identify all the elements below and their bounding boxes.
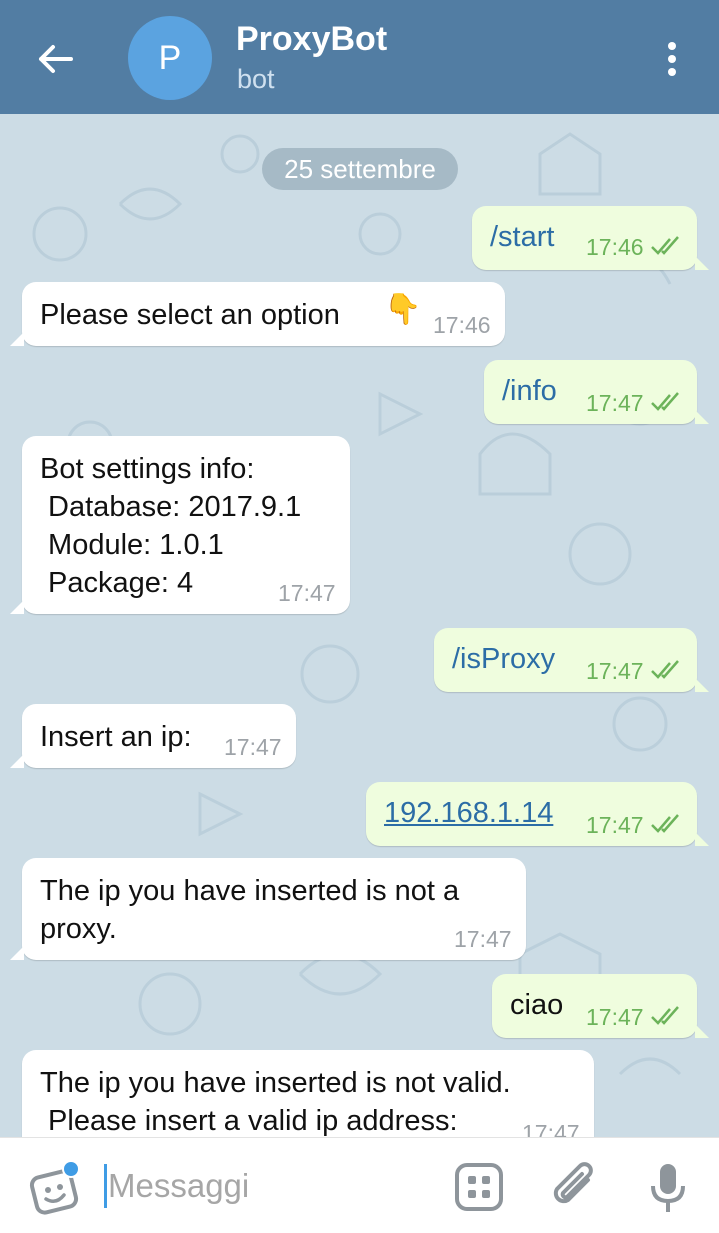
- back-button[interactable]: [30, 36, 80, 82]
- attach-button[interactable]: [550, 1160, 600, 1214]
- text-cursor: [104, 1164, 107, 1208]
- paperclip-icon: [553, 1162, 593, 1204]
- kebab-menu-icon-dot: [668, 55, 676, 63]
- message-input[interactable]: [108, 1162, 428, 1210]
- notification-dot: [62, 1160, 80, 1178]
- message-incoming[interactable]: Insert an ip: 17:47: [10, 704, 296, 768]
- double-check-icon: [651, 392, 679, 411]
- message-text-line: Package: 4: [40, 567, 194, 599]
- message-outgoing[interactable]: 192.168.1.14 17:47: [366, 782, 709, 846]
- message-text-line: Please insert a valid ip address:: [40, 1105, 458, 1137]
- microphone-button[interactable]: [648, 1160, 688, 1216]
- double-check-icon: [651, 814, 679, 833]
- message-time: 17:47: [586, 390, 644, 416]
- date-separator: 25 settembre: [262, 148, 458, 190]
- message-incoming[interactable]: The ip you have inserted is not valid. P…: [22, 1050, 594, 1137]
- double-check-icon: [651, 236, 679, 255]
- message-text: Insert an ip:: [40, 721, 192, 753]
- avatar[interactable]: P: [128, 16, 212, 100]
- bot-commands-icon: [455, 1163, 503, 1211]
- message-time: 17:47: [586, 812, 644, 838]
- double-check-icon: [651, 1006, 679, 1025]
- message-incoming[interactable]: Please select an option 👇 17:46: [10, 282, 505, 346]
- message-text-line: The ip you have inserted is not valid.: [40, 1067, 511, 1099]
- message-time: 17:47: [278, 580, 336, 606]
- message-incoming[interactable]: The ip you have inserted is not a proxy.…: [10, 858, 526, 960]
- arrow-left-icon: [39, 45, 73, 73]
- message-time: 17:47: [522, 1120, 580, 1137]
- pointing-down-emoji-icon: 👇: [384, 293, 422, 326]
- menu-button[interactable]: [654, 38, 690, 80]
- message-time: 17:47: [586, 1004, 644, 1030]
- chat-area[interactable]: 25 settembre /start 17:46 Please select …: [0, 114, 719, 1137]
- ip-link[interactable]: 192.168.1.14: [384, 794, 553, 832]
- microphone-icon: [651, 1164, 685, 1212]
- chat-title[interactable]: ProxyBot: [236, 20, 387, 59]
- message-text-line: Database: 2017.9.1: [40, 491, 302, 523]
- bot-commands-button[interactable]: [454, 1162, 504, 1212]
- message-time: 17:47: [224, 734, 282, 760]
- message-outgoing[interactable]: ciao 17:47: [492, 974, 709, 1038]
- message-text: ciao: [510, 989, 564, 1021]
- chat-subtitle: bot: [237, 64, 275, 94]
- message-time: 17:46: [586, 234, 644, 260]
- message-outgoing[interactable]: /info 17:47: [484, 360, 709, 424]
- message-text: /info: [502, 375, 557, 407]
- message-text-line: proxy.: [40, 913, 117, 945]
- message-time: 17:47: [454, 926, 512, 952]
- message-text-line: The ip you have inserted is not a: [40, 875, 460, 907]
- message-text: Please select an option: [40, 299, 340, 331]
- chat-header: P ProxyBot bot: [0, 0, 719, 114]
- message-input-bar: [0, 1137, 719, 1233]
- kebab-menu-icon: [668, 42, 676, 50]
- message-text-line: Bot settings info:: [40, 453, 255, 485]
- double-check-icon: [651, 660, 679, 679]
- message-text: /start: [490, 221, 555, 253]
- message-text-line: Module: 1.0.1: [40, 529, 224, 561]
- message-incoming[interactable]: Bot settings info: Database: 2017.9.1 Mo…: [10, 436, 350, 614]
- message-time: 17:46: [433, 312, 491, 338]
- message-text: /isProxy: [452, 643, 556, 675]
- message-outgoing[interactable]: /isProxy 17:47: [434, 628, 709, 692]
- message-outgoing[interactable]: /start 17:46: [472, 206, 709, 270]
- message-time: 17:47: [586, 658, 644, 684]
- kebab-menu-icon-dot: [668, 68, 676, 76]
